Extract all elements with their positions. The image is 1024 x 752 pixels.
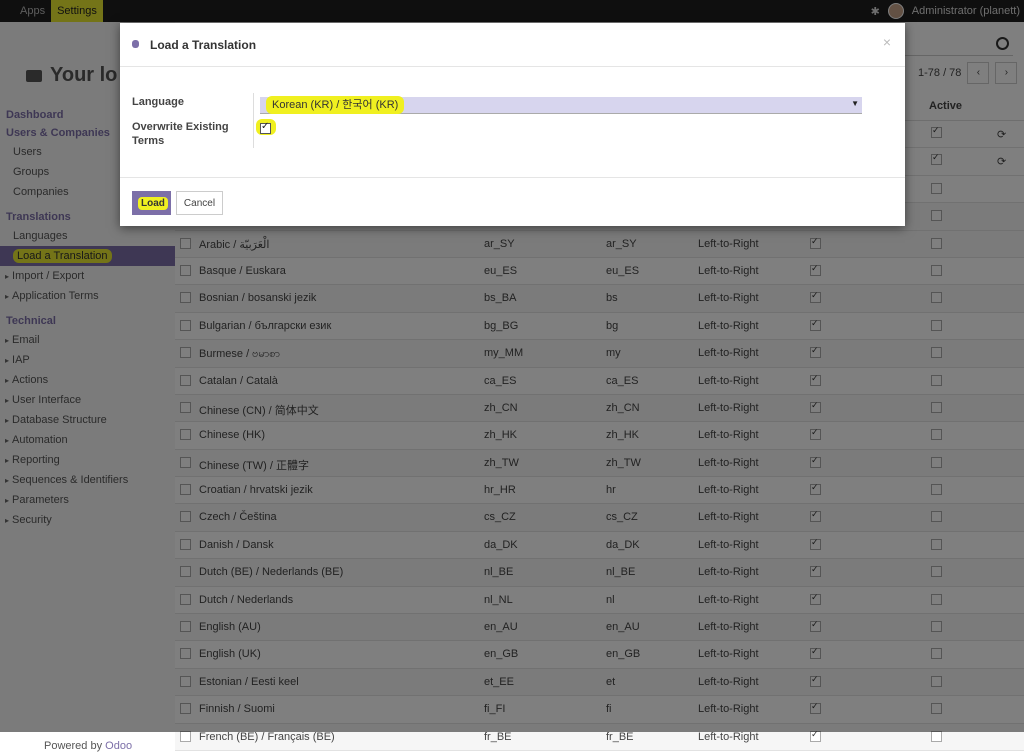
language-select[interactable]: Korean (KR) / 한국어 (KR) ▼ — [260, 96, 862, 114]
odoo-link[interactable]: Odoo — [105, 740, 132, 752]
powered-by: Powered by Odoo — [44, 740, 133, 752]
field-divider — [253, 93, 254, 148]
chevron-down-icon: ▼ — [851, 99, 859, 108]
active-checkbox — [931, 730, 942, 742]
language-name: French (BE) / Français (BE) — [199, 730, 335, 743]
load-button[interactable]: Load — [132, 191, 171, 215]
overwrite-label: Overwrite Existing Terms — [132, 121, 229, 147]
locale-code: fr_BE — [484, 730, 512, 743]
language-label: Language — [132, 96, 184, 108]
close-icon[interactable]: × — [883, 34, 891, 50]
modal-header: Load a Translation × — [120, 23, 905, 67]
modal-footer: Load Cancel — [120, 178, 905, 227]
translatable-checkbox — [810, 729, 821, 742]
cancel-button[interactable]: Cancel — [176, 191, 223, 215]
iso-code: fr_BE — [606, 730, 634, 743]
modal-body: Language Overwrite Existing Terms Korean… — [120, 67, 905, 178]
row-select-checkbox[interactable] — [180, 730, 191, 742]
overwrite-checkbox[interactable] — [260, 121, 271, 134]
bug-icon — [132, 40, 139, 48]
language-select-value: Korean (KR) / 한국어 (KR) — [266, 96, 405, 114]
modal-title: Load a Translation — [150, 38, 257, 52]
load-translation-dialog: Load a Translation × Language Overwrite … — [120, 23, 905, 226]
direction: Left-to-Right — [698, 730, 759, 743]
